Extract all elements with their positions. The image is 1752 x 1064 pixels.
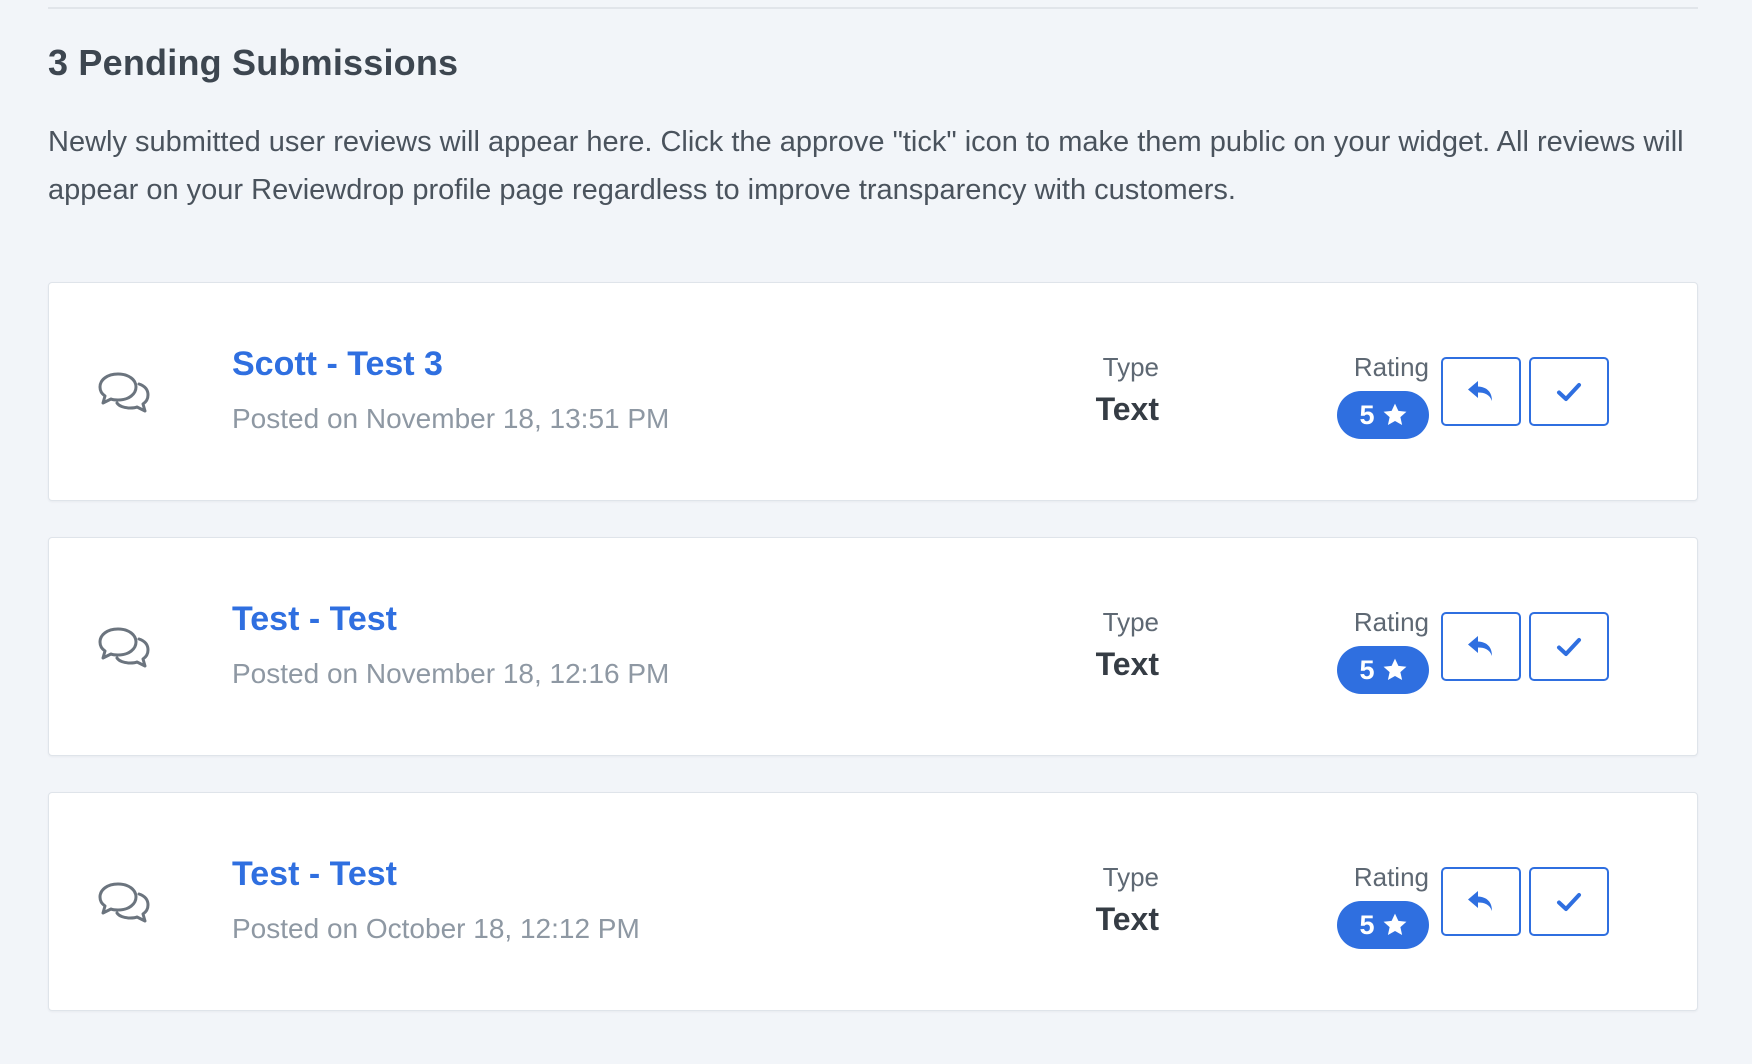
submission-list: Scott - Test 3 Posted on November 18, 13… <box>48 282 1698 1047</box>
star-icon <box>1383 658 1406 681</box>
rating-block: Rating 5 <box>1289 606 1429 694</box>
check-icon <box>1557 637 1581 656</box>
submission-date: Posted on November 18, 12:16 PM <box>232 658 670 689</box>
rating-label: Rating <box>1353 862 1429 892</box>
rating-value: 5 <box>1359 909 1375 940</box>
submission-actions <box>1441 357 1609 426</box>
approve-button[interactable] <box>1529 867 1609 936</box>
section-title: 3 Pending Submissions <box>48 42 459 83</box>
rating-badge: 5 <box>1337 391 1429 439</box>
submission-title-link[interactable]: Test - Test <box>232 600 397 639</box>
reply-icon <box>1468 635 1492 656</box>
approve-button[interactable] <box>1529 357 1609 426</box>
rating-label: Rating <box>1353 352 1429 382</box>
reply-button[interactable] <box>1441 357 1521 426</box>
rating-badge: 5 <box>1337 646 1429 694</box>
type-block: Type Text <box>1009 861 1159 938</box>
rating-block: Rating 5 <box>1289 351 1429 439</box>
type-value: Text <box>1095 901 1159 937</box>
star-icon <box>1383 913 1406 936</box>
submission-date: Posted on November 18, 13:51 PM <box>232 403 670 434</box>
type-label: Type <box>1102 862 1159 892</box>
submission-date: Posted on October 18, 12:12 PM <box>232 913 640 944</box>
reply-icon <box>1468 380 1492 401</box>
type-block: Type Text <box>1009 606 1159 683</box>
rating-badge: 5 <box>1337 901 1429 949</box>
type-label: Type <box>1102 352 1159 382</box>
check-icon <box>1557 382 1581 401</box>
check-icon <box>1557 892 1581 911</box>
reply-button[interactable] <box>1441 867 1521 936</box>
submission-title-link[interactable]: Scott - Test 3 <box>232 345 443 384</box>
submission-actions <box>1441 612 1609 681</box>
type-label: Type <box>1102 607 1159 637</box>
rating-value: 5 <box>1359 399 1375 430</box>
submission-card: Test - Test Posted on November 18, 12:16… <box>48 537 1698 756</box>
submission-title-link[interactable]: Test - Test <box>232 855 397 894</box>
type-value: Text <box>1095 646 1159 682</box>
top-divider <box>48 7 1698 9</box>
submission-actions <box>1441 867 1609 936</box>
chat-bubbles-icon <box>98 627 150 668</box>
reply-icon <box>1468 890 1492 911</box>
type-block: Type Text <box>1009 351 1159 428</box>
star-icon <box>1383 403 1406 426</box>
chat-bubbles-icon <box>98 372 150 413</box>
reply-button[interactable] <box>1441 612 1521 681</box>
rating-label: Rating <box>1353 607 1429 637</box>
rating-block: Rating 5 <box>1289 861 1429 949</box>
chat-bubbles-icon <box>98 882 150 923</box>
submission-card: Scott - Test 3 Posted on November 18, 13… <box>48 282 1698 501</box>
submission-card: Test - Test Posted on October 18, 12:12 … <box>48 792 1698 1011</box>
type-value: Text <box>1095 391 1159 427</box>
approve-button[interactable] <box>1529 612 1609 681</box>
section-description: Newly submitted user reviews will appear… <box>48 126 1684 206</box>
rating-value: 5 <box>1359 654 1375 685</box>
